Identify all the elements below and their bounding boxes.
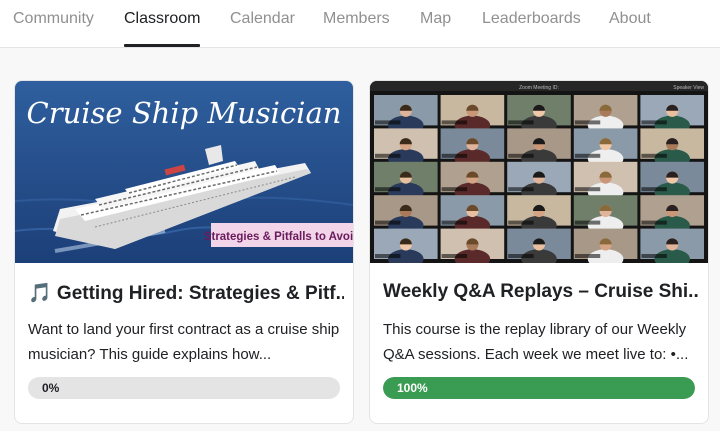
course-description: Want to land your first contract as a cr… — [28, 321, 340, 363]
tab-label: Calendar — [230, 10, 295, 27]
course-title[interactable]: Weekly Q&A Replays – Cruise Shi... — [383, 281, 699, 303]
thumbnail-script-title: Cruise Ship Musician — [27, 96, 342, 130]
tab-leaderboards[interactable]: Leaderboards — [482, 10, 581, 47]
tab-label: Leaderboards — [482, 10, 581, 27]
participant-tile — [507, 228, 571, 263]
course-thumbnail[interactable]: Zoom Meeting ID: Speaker View — [370, 81, 708, 263]
progress-label: 100% — [397, 381, 428, 395]
video-call-grid-image: Zoom Meeting ID: Speaker View — [370, 81, 708, 263]
course-title[interactable]: 🎵 Getting Hired: Strategies & Pitf... — [28, 281, 344, 305]
thumbnail-banner: Strategies & Pitfalls to Avoid — [204, 231, 353, 243]
tab-calendar[interactable]: Calendar — [230, 10, 295, 47]
course-card[interactable]: Zoom Meeting ID: Speaker View Weekly Q&A… — [369, 80, 709, 424]
course-progress-bar: 0% — [28, 377, 340, 399]
tab-classroom[interactable]: Classroom — [124, 10, 201, 47]
participant-tile — [573, 228, 638, 263]
course-description: This course is the replay library of our… — [383, 321, 689, 363]
cruise-ship-illustration: Cruise Ship Musician Strategies & Pitfal… — [15, 81, 353, 263]
top-navigation: Community Classroom Calendar Members Map… — [0, 0, 720, 48]
tab-map[interactable]: Map — [420, 10, 451, 47]
tab-label: Map — [420, 10, 452, 27]
tab-label: Members — [323, 10, 390, 27]
participant-tile — [374, 228, 438, 263]
tab-label: Classroom — [124, 10, 201, 27]
participant-tile — [440, 228, 505, 263]
active-tab-indicator — [124, 44, 201, 47]
participant-tile — [640, 228, 704, 263]
course-progress-bar: 100% — [383, 377, 695, 399]
window-title: Zoom Meeting ID: — [519, 85, 559, 91]
tab-members[interactable]: Members — [323, 10, 390, 47]
view-label: Speaker View — [673, 85, 704, 91]
tab-community[interactable]: Community — [13, 10, 94, 47]
progress-label: 0% — [42, 381, 60, 395]
tab-label: About — [609, 10, 651, 27]
tab-label: Community — [13, 10, 94, 27]
progress-fill — [383, 377, 695, 399]
course-card[interactable]: Cruise Ship Musician Strategies & Pitfal… — [14, 80, 354, 424]
course-thumbnail[interactable]: Cruise Ship Musician Strategies & Pitfal… — [15, 81, 353, 263]
tab-about[interactable]: About — [609, 10, 651, 47]
